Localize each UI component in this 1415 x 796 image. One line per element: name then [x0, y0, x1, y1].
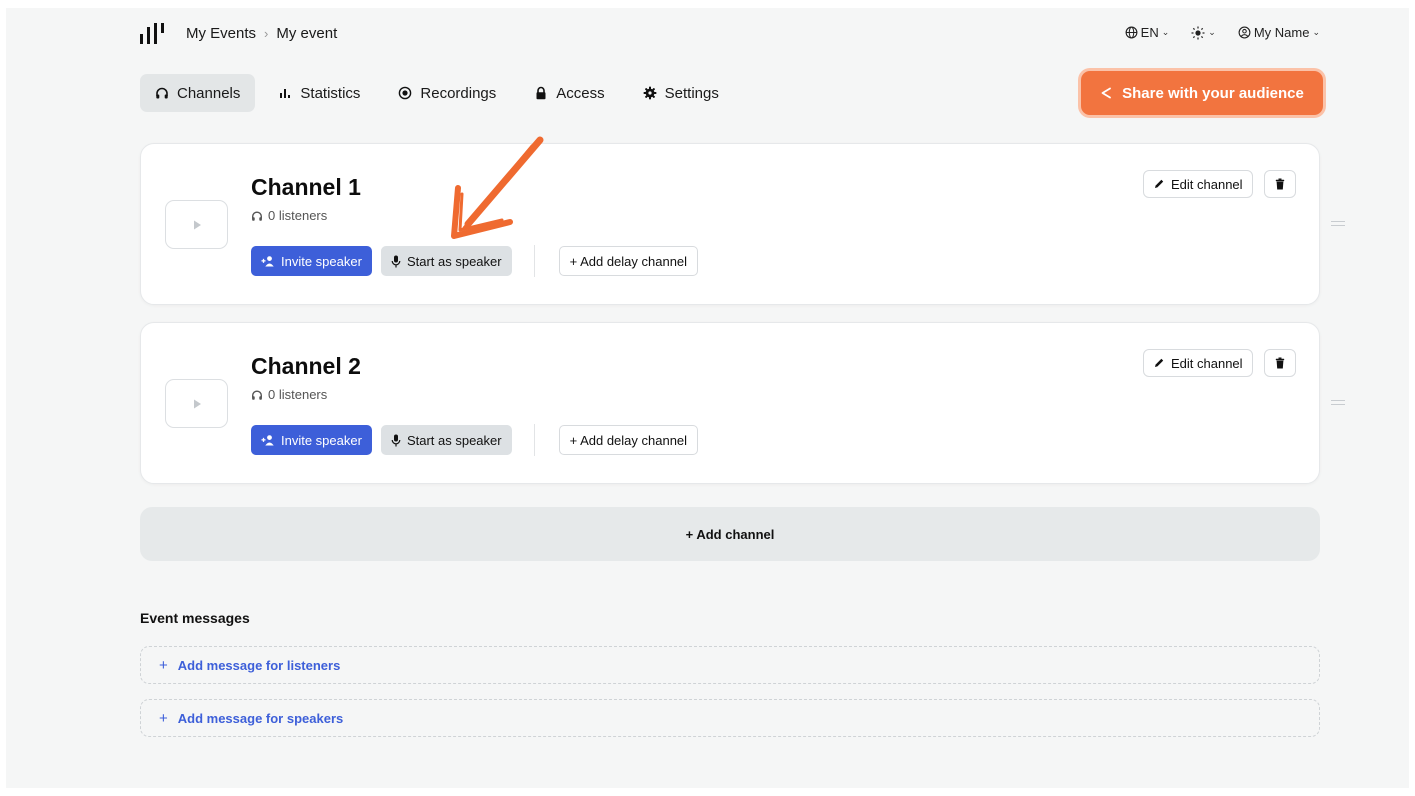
- breadcrumb: My Events › My event: [186, 25, 337, 42]
- chevron-down-icon: ⌄: [1161, 27, 1170, 37]
- delete-channel-button[interactable]: [1264, 170, 1296, 198]
- user-name: My Name: [1253, 25, 1310, 40]
- headphones-icon: [156, 87, 168, 99]
- start-as-speaker-label: Start as speaker: [406, 432, 502, 448]
- add-user-icon: [261, 435, 274, 446]
- breadcrumb-current-event: My event: [276, 25, 338, 42]
- gear-icon: [643, 86, 657, 100]
- divider: [533, 424, 535, 456]
- share-with-audience-button[interactable]: Share with your audience: [1081, 71, 1323, 115]
- listener-count: 0 listeners: [251, 387, 327, 402]
- nav-tabs: Channels Statistics Recordings Access Se…: [140, 74, 734, 112]
- channel-actions: Invite speaker Start as speaker + Add de…: [251, 424, 699, 456]
- edit-channel-button[interactable]: Edit channel: [1143, 170, 1253, 198]
- language-selector[interactable]: EN ⌄: [1125, 25, 1170, 40]
- start-as-speaker-button[interactable]: Start as speaker: [380, 246, 512, 276]
- tab-label: Channels: [177, 84, 241, 102]
- edit-channel-label: Edit channel: [1171, 176, 1243, 192]
- tab-channels[interactable]: Channels: [140, 74, 256, 112]
- tab-label: Statistics: [300, 84, 361, 102]
- tab-recordings[interactable]: Recordings: [383, 74, 511, 112]
- add-delay-channel-button[interactable]: + Add delay channel: [558, 246, 699, 276]
- channel-title: Channel 2: [251, 353, 361, 379]
- add-message-listeners-button[interactable]: + Add message for listeners: [140, 646, 1320, 684]
- tab-settings[interactable]: Settings: [628, 74, 734, 112]
- pencil-icon: [1155, 179, 1164, 188]
- microphone-icon: [391, 255, 401, 267]
- tab-statistics[interactable]: Statistics: [263, 74, 375, 112]
- chevron-down-icon: ⌄: [1208, 27, 1216, 37]
- chevron-down-icon: ⌄: [1312, 27, 1320, 37]
- trash-icon: [1275, 357, 1285, 369]
- play-icon: [193, 399, 201, 408]
- invite-speaker-label: Invite speaker: [281, 253, 362, 269]
- drag-handle[interactable]: [1331, 221, 1345, 227]
- record-icon: [399, 86, 412, 100]
- plus-icon: +: [159, 709, 168, 727]
- invite-speaker-label: Invite speaker: [281, 432, 362, 448]
- add-user-icon: [261, 256, 274, 267]
- headphones-icon: [252, 210, 262, 221]
- share-button-label: Share with your audience: [1122, 84, 1304, 102]
- trash-icon: [1275, 178, 1285, 190]
- start-as-speaker-label: Start as speaker: [406, 253, 502, 269]
- microphone-icon: [391, 434, 401, 446]
- sun-icon: [1191, 26, 1205, 39]
- tab-label: Access: [556, 84, 605, 102]
- listener-count: 0 listeners: [251, 208, 327, 223]
- listener-count-label: 0 listeners: [268, 208, 328, 223]
- tab-label: Recordings: [420, 84, 497, 102]
- channel-card: Channel 2 0 listeners Invite speaker Sta…: [140, 322, 1320, 484]
- share-icon: [1101, 87, 1112, 99]
- tab-label: Settings: [664, 84, 719, 102]
- channel-title: Channel 1: [251, 174, 361, 200]
- invite-speaker-button[interactable]: Invite speaker: [251, 246, 372, 276]
- edit-channel-button[interactable]: Edit channel: [1143, 349, 1253, 377]
- user-menu[interactable]: My Name ⌄: [1238, 25, 1320, 40]
- add-message-speakers-label: Add message for speakers: [177, 710, 344, 726]
- add-message-speakers-button[interactable]: + Add message for speakers: [140, 699, 1320, 737]
- headphones-icon: [252, 389, 262, 400]
- add-channel-button[interactable]: + Add channel: [140, 507, 1320, 561]
- delete-channel-button[interactable]: [1264, 349, 1296, 377]
- drag-handle[interactable]: [1331, 400, 1345, 406]
- theme-selector[interactable]: ⌄: [1191, 26, 1216, 40]
- annotation-arrow-icon: [451, 136, 544, 239]
- listener-count-label: 0 listeners: [268, 387, 328, 402]
- breadcrumb-separator: ›: [264, 26, 269, 41]
- invite-speaker-button[interactable]: Invite speaker: [251, 425, 372, 455]
- plus-icon: +: [159, 656, 168, 674]
- event-messages-heading: Event messages: [140, 610, 250, 626]
- lock-icon: [536, 86, 546, 100]
- play-button[interactable]: [165, 200, 228, 249]
- logo-icon[interactable]: [138, 20, 170, 48]
- user-circle-icon: [1238, 26, 1251, 39]
- add-channel-label: + Add channel: [685, 526, 775, 542]
- breadcrumb-my-events[interactable]: My Events: [186, 25, 256, 42]
- channel-actions: Invite speaker Start as speaker + Add de…: [251, 245, 699, 277]
- play-icon: [193, 220, 201, 229]
- add-delay-channel-label: + Add delay channel: [569, 253, 688, 269]
- top-right-controls: EN ⌄ ⌄ My Name ⌄: [1125, 25, 1320, 40]
- divider: [533, 245, 535, 277]
- add-delay-channel-button[interactable]: + Add delay channel: [558, 425, 699, 455]
- play-button[interactable]: [165, 379, 228, 428]
- language-label: EN: [1140, 25, 1159, 40]
- tab-access[interactable]: Access: [519, 74, 619, 112]
- add-message-listeners-label: Add message for listeners: [177, 657, 341, 673]
- pencil-icon: [1155, 358, 1164, 367]
- bar-chart-icon: [280, 89, 291, 98]
- start-as-speaker-button[interactable]: Start as speaker: [380, 425, 512, 455]
- edit-channel-label: Edit channel: [1171, 355, 1243, 371]
- globe-icon: [1125, 26, 1138, 39]
- channel-card: Channel 1 0 listeners Invite speaker Sta…: [140, 143, 1320, 305]
- add-delay-channel-label: + Add delay channel: [569, 432, 688, 448]
